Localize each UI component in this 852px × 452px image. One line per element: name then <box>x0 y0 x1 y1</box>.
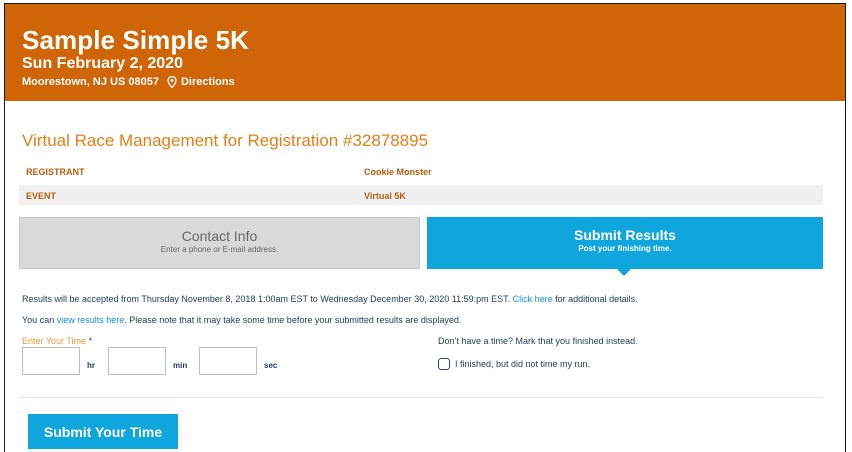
view-prefix: You can <box>22 315 57 325</box>
divider <box>19 397 823 398</box>
minutes-input[interactable] <box>108 347 166 375</box>
submit-time-button[interactable]: Submit Your Time <box>28 414 178 449</box>
tab-submit-title: Submit Results <box>574 227 676 243</box>
registrant-row: REGISTRANT Cookie Monster <box>19 161 823 181</box>
finished-checkbox[interactable] <box>438 358 450 370</box>
hours-unit: hr <box>87 361 95 370</box>
event-date: Sun February 2, 2020 <box>22 55 183 72</box>
acceptance-text: Results will be accepted from Thursday N… <box>22 294 513 304</box>
view-suffix: . Please note that it may take some time… <box>124 315 462 325</box>
tab-contact-info[interactable]: Contact Info Enter a phone or E-mail add… <box>19 217 420 269</box>
event-label: EVENT <box>26 191 57 201</box>
view-results-link[interactable]: view results here <box>57 315 125 325</box>
event-banner: Sample Simple 5K Sun February 2, 2020 Mo… <box>5 4 845 101</box>
event-value: Virtual 5K <box>364 191 406 201</box>
enter-time-text: Enter Your Time <box>22 336 87 346</box>
view-results-notice: You can view results here. Please note t… <box>22 315 461 325</box>
directions-link[interactable]: Directions <box>181 76 235 88</box>
registrant-value: Cookie Monster <box>364 167 432 177</box>
page-heading: Virtual Race Management for Registration… <box>22 131 429 150</box>
acceptance-suffix: for additional details. <box>552 294 638 304</box>
tab-submit-results[interactable]: Submit Results Post your finishing time. <box>427 217 823 276</box>
seconds-input[interactable] <box>199 347 257 375</box>
seconds-unit: sec <box>264 361 278 370</box>
hours-input[interactable] <box>22 347 80 375</box>
event-location-line: Moorestown, NJ US 08057 Directions <box>22 76 235 88</box>
no-time-question: Don’t have a time? Mark that you finishe… <box>438 336 638 346</box>
enter-time-label: Enter Your Time * <box>22 336 92 346</box>
registrant-label: REGISTRANT <box>26 167 85 177</box>
active-tab-caret-icon <box>617 269 631 276</box>
page-frame: Sample Simple 5K Sun February 2, 2020 Mo… <box>4 3 846 452</box>
location-pin-icon <box>167 76 177 88</box>
finished-checkbox-label[interactable]: I finished, but did not time my run. <box>455 359 590 369</box>
tab-contact-title: Contact Info <box>181 228 258 244</box>
minutes-unit: min <box>173 361 188 370</box>
tab-contact-subtitle: Enter a phone or E-mail address. <box>160 245 279 254</box>
click-here-link[interactable]: Click here <box>513 294 553 304</box>
event-title: Sample Simple 5K <box>22 25 250 55</box>
event-row: EVENT Virtual 5K <box>19 185 823 205</box>
acceptance-notice: Results will be accepted from Thursday N… <box>22 294 638 304</box>
tab-submit-subtitle: Post your finishing time. <box>578 244 672 253</box>
event-location: Moorestown, NJ US 08057 <box>22 76 159 88</box>
required-asterisk: * <box>88 336 93 346</box>
